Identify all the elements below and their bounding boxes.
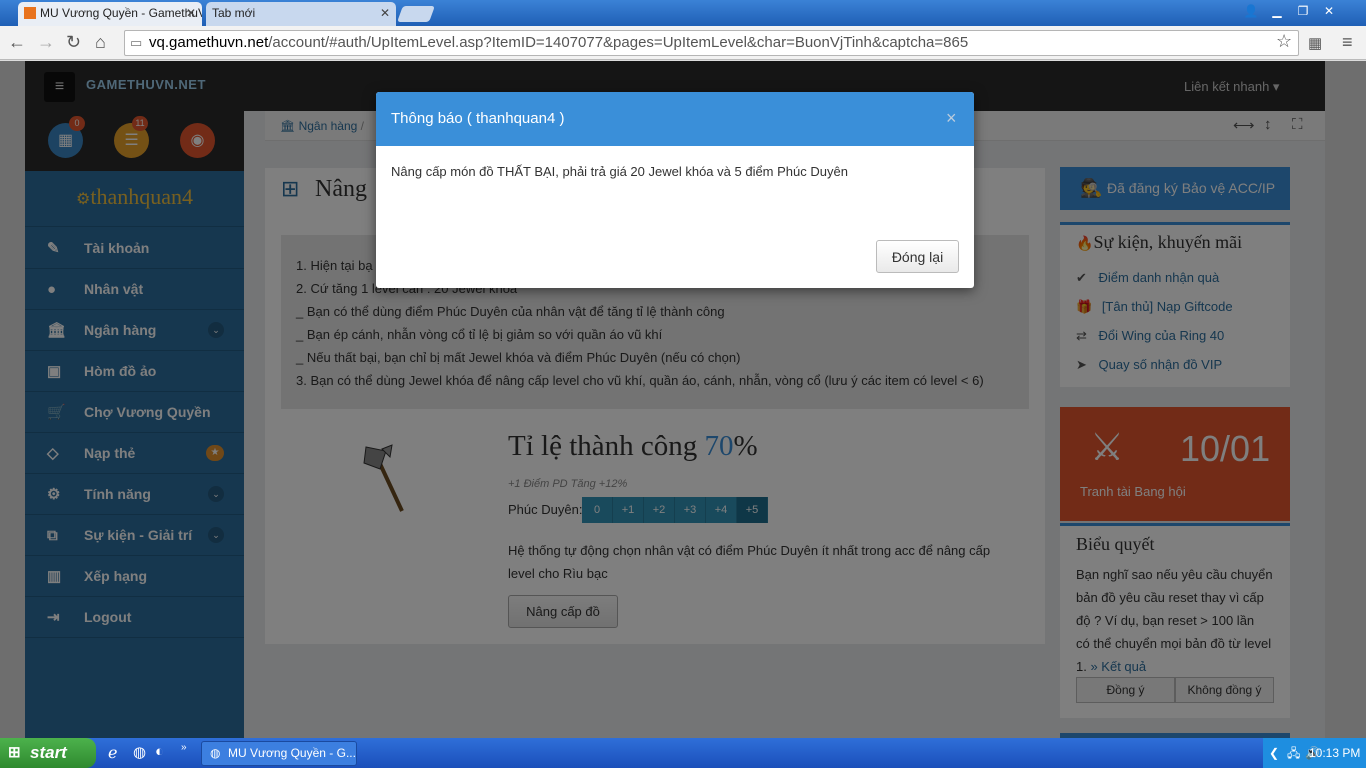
forward-icon[interactable]: → [37, 32, 55, 53]
tab-active[interactable]: MU Vương Quyền - GamethuV ✕ [18, 2, 202, 26]
windows-logo-icon: ⊞ [8, 744, 21, 761]
close-button[interactable]: Đóng lại [876, 240, 959, 273]
ie-icon[interactable]: ℯ [108, 743, 117, 763]
chrome-icon: ◍ [210, 746, 221, 760]
close-tab-icon[interactable]: ✕ [186, 6, 196, 20]
taskbar-window-label: MU Vương Quyền - G... [228, 746, 356, 760]
url-path: /account/#auth/UpItemLevel.asp?ItemID=14… [268, 34, 969, 51]
site-favicon-icon [24, 7, 36, 19]
clock: 10:13 PM [1309, 746, 1361, 760]
tab-label: MU Vương Quyền - GamethuV [40, 6, 202, 20]
url-host: vq.gamethuvn.net [149, 34, 269, 51]
menu-icon[interactable]: ≡ [1342, 32, 1353, 53]
back-icon[interactable]: ← [8, 32, 26, 53]
reload-icon[interactable]: ↻ [66, 32, 81, 53]
chrome-icon[interactable]: ◍ [133, 743, 146, 761]
maximize-icon[interactable]: ❐ [1290, 2, 1316, 20]
firefox-icon[interactable]: ◐ [155, 743, 164, 760]
modal-message: Nâng cấp món đồ THẤT BẠI, phải trả giá 2… [391, 164, 848, 179]
close-window-icon[interactable]: ✕ [1316, 2, 1342, 20]
modal-title: Thông báo ( thanhquan4 ) [391, 110, 565, 127]
bookmark-star-icon[interactable]: ☆ [1276, 31, 1292, 52]
new-tab-button[interactable] [397, 6, 435, 22]
tab-new[interactable]: Tab mới ✕ [206, 2, 396, 26]
close-icon[interactable]: × [946, 108, 957, 129]
tab-label: Tab mới [212, 6, 256, 20]
address-bar[interactable]: vq.gamethuvn.net/account/#auth/UpItemLev… [124, 30, 1299, 56]
close-tab-icon[interactable]: ✕ [380, 6, 390, 20]
network-icon[interactable]: 🖧 [1287, 738, 1300, 768]
more-icon[interactable]: » [181, 742, 187, 753]
user-icon[interactable]: 👤 [1238, 2, 1264, 20]
minimize-icon[interactable]: ▁ [1264, 2, 1290, 20]
home-icon[interactable]: ⌂ [95, 32, 106, 53]
browser-tab-bar [0, 0, 1366, 26]
start-label: start [30, 743, 67, 762]
page-icon: ▭ [130, 35, 143, 50]
qr-icon[interactable]: ▦ [1308, 34, 1322, 52]
start-button[interactable]: ⊞ start [0, 738, 96, 768]
tray-arrow-icon[interactable]: ❮ [1269, 738, 1279, 768]
notification-modal: Thông báo ( thanhquan4 ) × Nâng cấp món … [376, 92, 974, 288]
window-controls: 👤 ▁ ❐ ✕ [1238, 2, 1342, 20]
system-tray: ❮ 🖧 🔊 10:13 PM [1263, 738, 1366, 768]
taskbar-window-item[interactable]: ◍ MU Vương Quyền - G... [201, 741, 357, 766]
modal-header: Thông báo ( thanhquan4 ) [376, 92, 974, 146]
